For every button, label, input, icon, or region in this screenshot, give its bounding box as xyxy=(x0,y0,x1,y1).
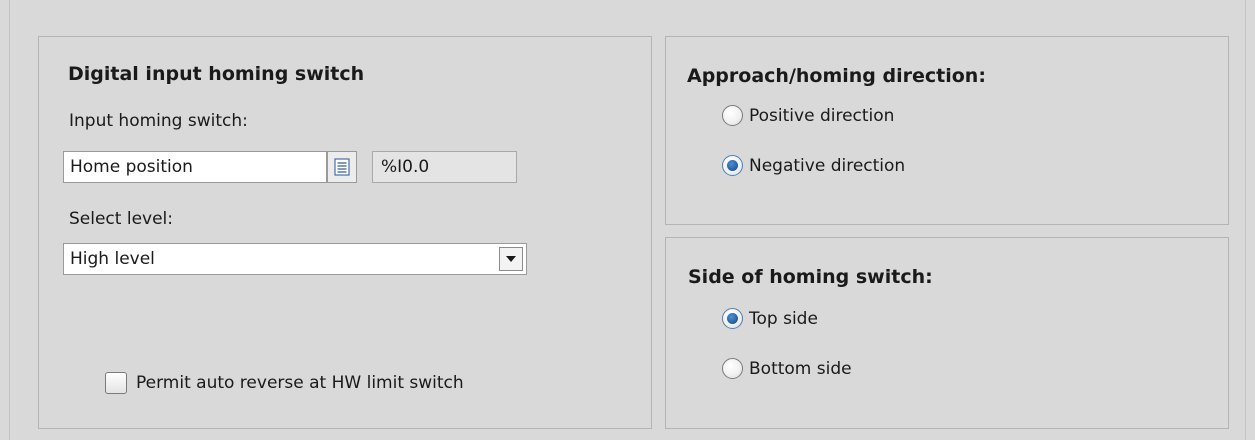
homing-switch-heading: Digital input homing switch xyxy=(68,63,365,85)
radio-top-side-label: Top side xyxy=(749,308,818,329)
radio-bottom-side-label: Bottom side xyxy=(749,358,852,379)
approach-direction-panel: Approach/homing direction: Positive dire… xyxy=(665,36,1229,225)
radio-selected-dot xyxy=(727,313,738,324)
homing-settings-page: Digital input homing switch Input homing… xyxy=(0,0,1255,440)
homing-switch-address: %I0.0 xyxy=(372,151,517,183)
radio-bottom-side-circle[interactable] xyxy=(722,358,743,379)
radio-negative-direction[interactable]: Negative direction xyxy=(722,155,905,176)
radio-bottom-side[interactable]: Bottom side xyxy=(722,358,852,379)
switch-side-panel: Side of homing switch: Top side Bottom s… xyxy=(665,237,1229,429)
radio-negative-direction-label: Negative direction xyxy=(749,155,906,176)
radio-top-side-circle[interactable] xyxy=(722,308,743,329)
list-icon xyxy=(334,158,350,176)
homing-switch-panel: Digital input homing switch Input homing… xyxy=(38,36,652,429)
switch-side-heading: Side of homing switch: xyxy=(688,266,933,288)
select-level-dropdown-button[interactable] xyxy=(499,247,523,271)
radio-negative-direction-circle[interactable] xyxy=(722,155,743,176)
radio-top-side[interactable]: Top side xyxy=(722,308,818,329)
tag-list-button[interactable] xyxy=(327,151,357,183)
auto-reverse-option[interactable]: Permit auto reverse at HW limit switch xyxy=(105,372,464,394)
select-level-value: High level xyxy=(70,249,155,269)
select-level-dropdown[interactable]: High level xyxy=(63,243,527,275)
approach-direction-heading: Approach/homing direction: xyxy=(687,65,986,87)
frame-left-edge xyxy=(0,0,10,440)
triangle-down-icon xyxy=(506,256,516,262)
radio-positive-direction-label: Positive direction xyxy=(749,105,895,126)
frame-right-edge xyxy=(1245,0,1255,440)
radio-positive-direction[interactable]: Positive direction xyxy=(722,105,894,126)
radio-selected-dot xyxy=(727,160,738,171)
select-level-label: Select level: xyxy=(69,209,174,229)
auto-reverse-label: Permit auto reverse at HW limit switch xyxy=(136,373,464,393)
input-homing-switch-label: Input homing switch: xyxy=(69,111,248,131)
radio-positive-direction-circle[interactable] xyxy=(722,105,743,126)
auto-reverse-checkbox[interactable] xyxy=(105,372,127,394)
input-homing-switch-field[interactable]: Home position xyxy=(63,151,327,183)
